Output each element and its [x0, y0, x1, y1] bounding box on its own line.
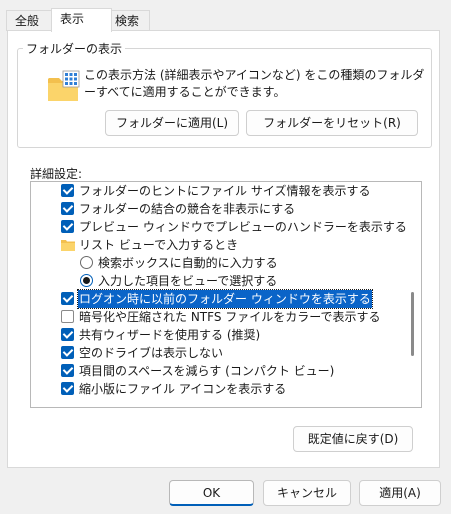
list-item-label: 項目間のスペースを減らす (コンパクト ビュー)	[79, 364, 335, 378]
list-item[interactable]: 縮小版にファイル アイコンを表示する	[31, 380, 407, 398]
ok-button[interactable]: OK	[169, 480, 254, 506]
tab-general[interactable]: 全般	[6, 10, 52, 31]
view-tab-panel: フォルダーの表示 この表示方法 (詳細表示やアイコンなど) をこの種類のフォルダ…	[7, 30, 440, 468]
folder-view-title: フォルダーの表示	[23, 40, 126, 57]
tab-general-label: 全般	[15, 14, 40, 28]
list-item-label: 検索ボックスに自動的に入力する	[98, 256, 278, 270]
list-item-label: ログオン時に以前のフォルダー ウィンドウを表示する	[77, 289, 373, 309]
restore-defaults-button[interactable]: 既定値に戻す(D)	[293, 426, 413, 452]
list-item[interactable]: 検索ボックスに自動的に入力する	[31, 254, 407, 272]
list-item-label: フォルダーの結合の競合を非表示にする	[79, 202, 296, 216]
list-scrollbar[interactable]	[407, 182, 421, 407]
cancel-button[interactable]: キャンセル	[263, 480, 351, 506]
tab-search-label: 検索	[115, 14, 140, 28]
checkbox[interactable]	[61, 220, 74, 233]
apply-button[interactable]: 適用(A)	[359, 480, 441, 506]
folder-icon	[61, 240, 75, 251]
list-item-label: プレビュー ウィンドウでプレビューのハンドラーを表示する	[79, 220, 407, 234]
list-item[interactable]: 暗号化や圧縮された NTFS ファイルをカラーで表示する	[31, 308, 407, 326]
list-item[interactable]: 項目間のスペースを減らす (コンパクト ビュー)	[31, 362, 407, 380]
tab-view-label: 表示	[60, 12, 85, 26]
checkbox[interactable]	[61, 202, 74, 215]
checkbox[interactable]	[61, 364, 74, 377]
list-item-label: 空のドライブは表示しない	[79, 346, 224, 360]
list-item[interactable]: フォルダーの結合の競合を非表示にする	[31, 200, 407, 218]
list-item[interactable]: フォルダーのヒントにファイル サイズ情報を表示する	[31, 182, 407, 200]
checkbox[interactable]	[61, 292, 74, 305]
list-item-selected[interactable]: ログオン時に以前のフォルダー ウィンドウを表示する	[31, 289, 407, 309]
list-item[interactable]: 共有ウィザードを使用する (推奨)	[31, 326, 407, 344]
list-item-label: 共有ウィザードを使用する (推奨)	[79, 328, 261, 342]
tab-view[interactable]: 表示	[51, 8, 112, 32]
advanced-settings-list[interactable]: フォルダーのヒントにファイル サイズ情報を表示する フォルダーの結合の競合を非表…	[30, 181, 422, 408]
checkbox[interactable]	[61, 310, 74, 323]
radio-button[interactable]	[80, 256, 93, 269]
checkbox[interactable]	[61, 328, 74, 341]
list-item-label: フォルダーのヒントにファイル サイズ情報を表示する	[79, 184, 371, 198]
list-item-label: 入力した項目をビューで選択する	[98, 274, 278, 288]
checkbox[interactable]	[61, 382, 74, 395]
list-item-label: リスト ビューで入力するとき	[79, 238, 239, 252]
scrollbar-thumb[interactable]	[411, 292, 414, 356]
reset-folders-button[interactable]: フォルダーをリセット(R)	[246, 110, 418, 136]
list-item-label: 縮小版にファイル アイコンを表示する	[79, 382, 287, 396]
folder-view-icon	[48, 70, 80, 101]
checkbox[interactable]	[61, 346, 74, 359]
list-item[interactable]: プレビュー ウィンドウでプレビューのハンドラーを表示する	[31, 218, 407, 236]
tab-search[interactable]: 検索	[106, 10, 150, 31]
list-item[interactable]: 空のドライブは表示しない	[31, 344, 407, 362]
apply-to-folders-button[interactable]: フォルダーに適用(L)	[105, 110, 239, 136]
checkbox[interactable]	[61, 184, 74, 197]
list-item[interactable]: 入力した項目をビューで選択する	[31, 272, 407, 290]
folder-view-description: この表示方法 (詳細表示やアイコンなど) をこの種類のフォルダーすべてに適用する…	[84, 68, 425, 99]
radio-button[interactable]	[80, 274, 93, 287]
advanced-settings-label: 詳細設定:	[30, 167, 83, 181]
list-item-label: 暗号化や圧縮された NTFS ファイルをカラーで表示する	[79, 310, 381, 324]
list-group-header: リスト ビューで入力するとき	[31, 236, 407, 254]
folder-options-dialog: 全般 表示 検索 フォルダーの表示 この表示方法 (詳細表示やアイコンなど) を…	[0, 0, 451, 514]
